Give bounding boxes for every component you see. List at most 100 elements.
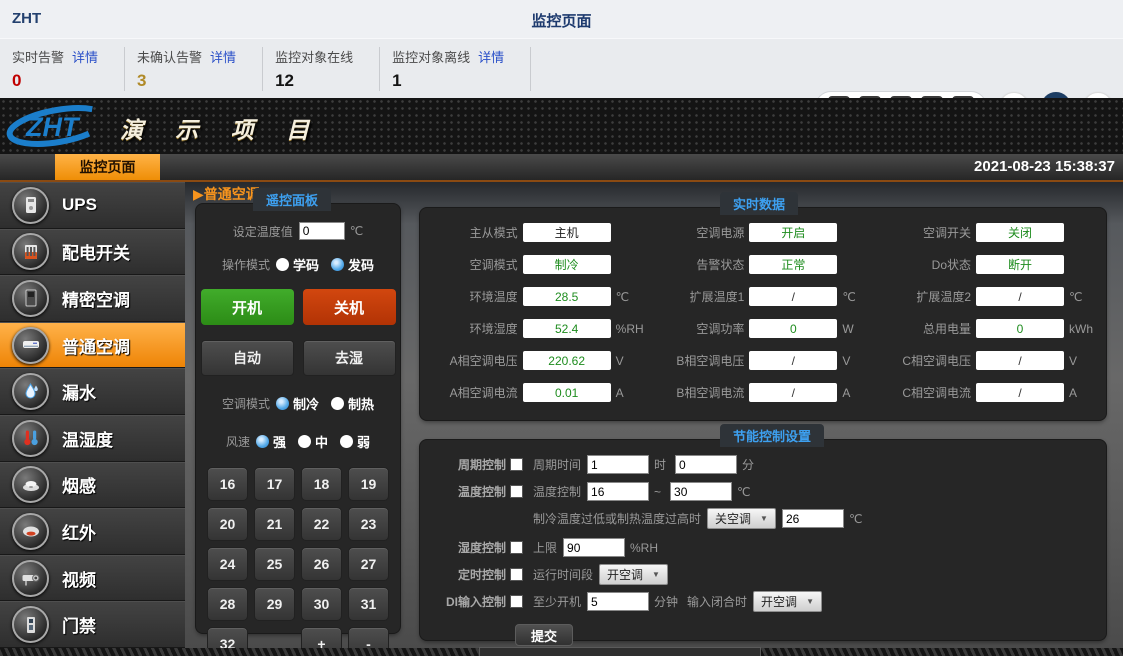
sidebar-item-precision-ac[interactable]: 精密空调 bbox=[0, 275, 185, 322]
submit-button[interactable]: 提交 bbox=[515, 624, 573, 646]
dehumidify-button[interactable]: 去湿 bbox=[303, 340, 396, 376]
sidebar-item-distribution-switch[interactable]: 配电开关 bbox=[0, 229, 185, 276]
temp-min-input[interactable] bbox=[587, 482, 649, 501]
realtime-field-unit: ℃ bbox=[611, 290, 647, 304]
precision-ac-icon bbox=[12, 280, 49, 317]
sidebar-item-ups[interactable]: UPS bbox=[0, 182, 185, 229]
camera-icon bbox=[12, 560, 49, 597]
realtime-field-unit: A bbox=[611, 386, 647, 400]
radio-option-label: 强 bbox=[273, 432, 286, 451]
radio-option[interactable]: 学码 bbox=[276, 255, 319, 274]
realtime-field-unit: ℃ bbox=[837, 290, 873, 304]
realtime-field: 空调功率 0 W bbox=[647, 319, 874, 338]
humidity-control-checkbox[interactable] bbox=[510, 541, 523, 554]
unconfirmed-alarm-detail-link[interactable]: 详情 bbox=[210, 47, 236, 66]
temp-preset-button[interactable]: 17 bbox=[254, 467, 295, 501]
temp-preset-button[interactable]: 21 bbox=[254, 507, 295, 541]
svg-text:ZHT: ZHT bbox=[25, 112, 81, 142]
temp-preset-button[interactable]: 23 bbox=[348, 507, 389, 541]
stat-value: 1 bbox=[392, 71, 504, 91]
temp-overflow-input[interactable] bbox=[782, 509, 844, 528]
temp-preset-button[interactable]: 27 bbox=[348, 547, 389, 581]
set-temp-label: 设定温度值 bbox=[233, 223, 293, 240]
stat-label: 监控对象在线 bbox=[275, 47, 353, 66]
realtime-field-value: 220.62 bbox=[523, 351, 611, 370]
power-off-button[interactable]: 关机 bbox=[303, 289, 396, 325]
sidebar-item-common-ac[interactable]: 普通空调 bbox=[0, 322, 185, 369]
sidebar-item-temp-humidity[interactable]: 温湿度 bbox=[0, 415, 185, 462]
radio-option[interactable]: 制冷 bbox=[276, 394, 319, 413]
set-temp-input[interactable] bbox=[299, 222, 345, 240]
stat-label: 实时告警 bbox=[12, 47, 64, 66]
temp-preset-button[interactable]: 18 bbox=[301, 467, 342, 501]
realtime-field: B相空调电流 / A bbox=[647, 383, 874, 402]
cycle-minutes-input[interactable] bbox=[675, 455, 737, 474]
temp-preset-button[interactable]: 29 bbox=[254, 587, 295, 621]
realtime-field-label: 环境湿度 bbox=[420, 320, 523, 337]
sidebar: UPS 配电开关 精密空调 普通空调 bbox=[0, 182, 185, 648]
di-control-checkbox[interactable] bbox=[510, 595, 523, 608]
temp-preset-button[interactable]: 16 bbox=[207, 467, 248, 501]
temp-preset-button[interactable]: 25 bbox=[254, 547, 295, 581]
radio-option[interactable]: 发码 bbox=[331, 255, 374, 274]
temp-preset-button[interactable]: 31 bbox=[348, 587, 389, 621]
radio-option-label: 发码 bbox=[348, 255, 374, 274]
temp-overflow-row: 制冷温度过低或制热温度过高时 关空调 ▼ ℃ bbox=[533, 508, 1106, 529]
sidebar-item-door-access[interactable]: 门禁 bbox=[0, 601, 185, 648]
timer-period-select[interactable]: 开空调 ▼ bbox=[599, 564, 668, 585]
realtime-field-value: 制冷 bbox=[523, 255, 611, 274]
temp-preset-button[interactable]: 28 bbox=[207, 587, 248, 621]
zht-logo: ZHT bbox=[4, 102, 116, 150]
sidebar-item-infrared[interactable]: 红外 bbox=[0, 508, 185, 555]
monitoring-app: ZHT 监控页面 实时告警 详情 0 未确认告警 详情 3 监控对象在线 12 bbox=[0, 0, 1123, 656]
realtime-field-label: 主从模式 bbox=[420, 224, 523, 241]
radio-option[interactable]: 弱 bbox=[340, 432, 370, 451]
stat-objects-offline: 监控对象离线 详情 1 bbox=[380, 47, 531, 91]
sidebar-item-video[interactable]: 视频 bbox=[0, 555, 185, 602]
temp-max-input[interactable] bbox=[670, 482, 732, 501]
realtime-field-value: 开启 bbox=[749, 223, 837, 242]
radio-icon bbox=[331, 258, 344, 271]
realtime-field-label: 空调功率 bbox=[647, 320, 750, 337]
radio-icon bbox=[256, 435, 269, 448]
temp-preset-button[interactable]: 26 bbox=[301, 547, 342, 581]
temp-control-checkbox[interactable] bbox=[510, 485, 523, 498]
radio-option-label: 弱 bbox=[357, 432, 370, 451]
cycle-hours-input[interactable] bbox=[587, 455, 649, 474]
air-conditioner-icon bbox=[12, 327, 49, 364]
radio-icon bbox=[331, 397, 344, 410]
realtime-field-label: C相空调电流 bbox=[873, 384, 976, 401]
realtime-field-label: 空调开关 bbox=[873, 224, 976, 241]
timer-control-checkbox[interactable] bbox=[510, 568, 523, 581]
realtime-field-unit: V bbox=[1064, 354, 1100, 368]
temp-overflow-select[interactable]: 关空调 ▼ bbox=[707, 508, 776, 529]
cycle-control-row: 周期控制 周期时间 时 分 bbox=[430, 454, 1106, 475]
temp-preset-button[interactable]: 30 bbox=[301, 587, 342, 621]
objects-offline-detail-link[interactable]: 详情 bbox=[478, 47, 504, 66]
auto-button[interactable]: 自动 bbox=[201, 340, 294, 376]
realtime-field-label: 告警状态 bbox=[647, 256, 750, 273]
radio-option[interactable]: 中 bbox=[298, 432, 328, 451]
ups-icon bbox=[12, 187, 49, 224]
radio-option[interactable]: 制热 bbox=[331, 394, 374, 413]
temp-preset-button[interactable]: 24 bbox=[207, 547, 248, 581]
temp-preset-button[interactable]: 22 bbox=[301, 507, 342, 541]
stats-bar: 实时告警 详情 0 未确认告警 详情 3 监控对象在线 12 监控对象离线 详情… bbox=[0, 38, 1123, 98]
humidity-limit-input[interactable] bbox=[563, 538, 625, 557]
temp-preset-button[interactable]: 19 bbox=[348, 467, 389, 501]
energy-control-panel: 节能控制设置 周期控制 周期时间 时 分 温度控制 温度控制 bbox=[420, 440, 1106, 640]
di-min-on-input[interactable] bbox=[587, 592, 649, 611]
realtime-alarm-detail-link[interactable]: 详情 bbox=[72, 47, 98, 66]
sidebar-item-water-leak[interactable]: 漏水 bbox=[0, 368, 185, 415]
cycle-control-checkbox[interactable] bbox=[510, 458, 523, 471]
di-control-label: DI输入控制 bbox=[430, 593, 506, 610]
section-title: ▶普通空调 bbox=[193, 184, 260, 204]
power-on-button[interactable]: 开机 bbox=[201, 289, 294, 325]
realtime-field-value: / bbox=[976, 351, 1064, 370]
temp-preset-button[interactable]: 20 bbox=[207, 507, 248, 541]
tab-monitor-page[interactable]: 监控页面 bbox=[55, 154, 160, 180]
chevron-down-icon: ▼ bbox=[806, 597, 814, 606]
sidebar-item-smoke[interactable]: 烟感 bbox=[0, 462, 185, 509]
radio-option[interactable]: 强 bbox=[256, 432, 286, 451]
di-closed-select[interactable]: 开空调 ▼ bbox=[753, 591, 822, 612]
